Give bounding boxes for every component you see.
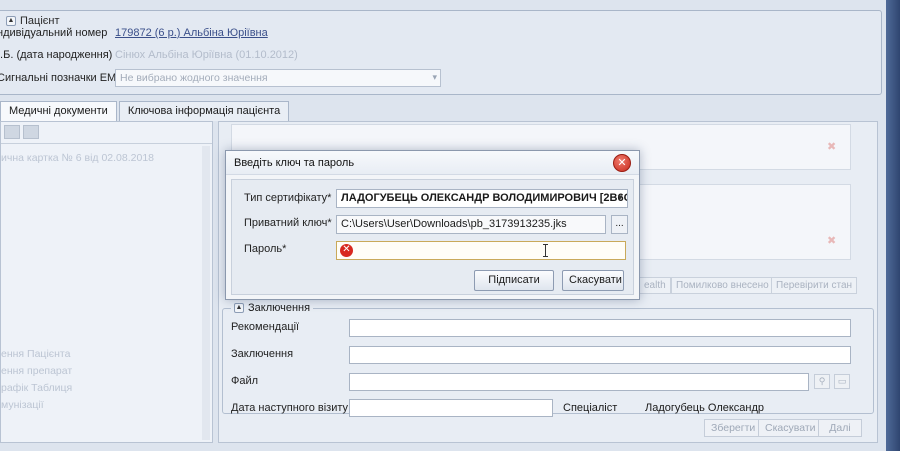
chevron-down-icon: ▾ <box>432 72 437 82</box>
conclusion-input[interactable] <box>349 346 851 364</box>
recommendations-label: Рекомендації <box>231 321 300 333</box>
conclusion-group: ▲ Заключення Рекомендації Заключення Фай… <box>222 302 874 417</box>
save-button[interactable]: Зберегти <box>704 419 763 437</box>
tab-medical-documents[interactable]: Медичні документи <box>0 101 117 121</box>
left-toolbar <box>1 122 212 144</box>
next-visit-label: Дата наступного візиту <box>231 402 348 414</box>
patient-name-value: Сінюх Альбіна Юріївна (01.10.2012) <box>115 49 298 61</box>
recommendations-input[interactable] <box>349 319 851 337</box>
cancel-button[interactable]: Скасувати <box>562 270 624 291</box>
dialog-body: Тип сертифікату* ЛАДОГУБЕЦЬ ОЛЕКСАНДР ВО… <box>231 179 634 295</box>
specialist-label: Спеціаліст <box>563 402 618 414</box>
private-key-value: C:\Users\User\Downloads\pb_3173913235.jk… <box>341 218 567 230</box>
chevron-down-icon: ▼ <box>616 193 624 202</box>
patient-id-label: ндивідуальний номер <box>0 27 108 39</box>
password-label: Пароль* <box>244 243 287 255</box>
next-visit-input[interactable] <box>349 399 553 417</box>
scan-icon[interactable]: ▭ <box>834 374 850 389</box>
health-button[interactable]: ealth <box>639 277 671 294</box>
signals-placeholder: Не вибрано жодного значення <box>120 72 268 84</box>
specialist-value: Ладогубець Олександр <box>645 402 765 414</box>
private-key-label: Приватний ключ* <box>244 217 332 229</box>
cert-type-value: ЛАДОГУБЕЦЬ ОЛЕКСАНДР ВОЛОДИМИРОВИЧ [2В6С… <box>341 192 628 204</box>
edit-icon[interactable] <box>23 125 39 139</box>
patient-id-link[interactable]: 179872 (6 р.) Альбіна Юріївна <box>115 27 268 39</box>
browse-button[interactable]: ... <box>611 215 628 234</box>
table-area[interactable] <box>639 184 851 260</box>
file-label: Файл <box>231 375 259 387</box>
tree-item[interactable]: ення Пацієнта <box>1 348 70 360</box>
tree-item[interactable]: рафік Таблиця <box>1 382 72 394</box>
private-key-input[interactable]: C:\Users\User\Downloads\pb_3173913235.jk… <box>336 215 606 234</box>
collapse-icon[interactable]: ▲ <box>6 16 16 26</box>
attach-icon[interactable]: ⚲ <box>814 374 830 389</box>
signals-label: Сигнальні позначки ЕМК <box>0 72 123 84</box>
tab-bar: Медичні документи Ключова інформація пац… <box>0 101 290 121</box>
dialog-title: Введіть ключ та пароль <box>234 156 355 169</box>
window-edge <box>886 0 900 451</box>
tree-item[interactable]: ення препарат <box>1 365 72 377</box>
check-status-button[interactable]: Перевірити стан <box>771 277 858 294</box>
delete-icon[interactable]: ✖ <box>827 234 836 247</box>
tree-item[interactable]: мунізації <box>1 399 44 411</box>
next-button[interactable]: Далі <box>818 419 862 437</box>
delete-icon[interactable]: ✖ <box>827 140 836 153</box>
left-scrollbar[interactable] <box>202 146 210 440</box>
cancel-form-button[interactable]: Скасувати <box>758 419 823 437</box>
conclusion-label: Заключення <box>231 348 294 360</box>
cert-type-label: Тип сертифікату* <box>244 192 332 204</box>
conclusion-legend: ▲ Заключення <box>231 302 314 314</box>
patient-name-label: І.Б. (дата народження) <box>0 49 113 61</box>
cert-type-select[interactable]: ЛАДОГУБЕЦЬ ОЛЕКСАНДР ВОЛОДИМИРОВИЧ [2В6С… <box>336 189 628 208</box>
text-cursor-icon <box>543 244 548 257</box>
signals-select[interactable]: Не вибрано жодного значення ▾ <box>115 69 441 87</box>
error-icon: ✕ <box>340 244 353 257</box>
password-input[interactable]: ✕ <box>336 241 626 260</box>
add-icon[interactable] <box>4 125 20 139</box>
conclusion-legend-label: Заключення <box>248 302 311 314</box>
medical-card-item[interactable]: ична картка № 6 від 02.08.2018 <box>1 152 154 164</box>
application-window: ▲ Пацієнт ндивідуальний номер 179872 (6 … <box>0 0 886 451</box>
sign-button[interactable]: Підписати <box>474 270 554 291</box>
collapse-icon[interactable]: ▲ <box>234 303 244 313</box>
file-input[interactable] <box>349 373 809 391</box>
tab-key-info[interactable]: Ключова інформація пацієнта <box>118 101 290 121</box>
dialog-title-bar: Введіть ключ та пароль ✕ <box>226 151 639 175</box>
close-icon[interactable]: ✕ <box>613 153 631 172</box>
mistaken-button[interactable]: Помилково внесено <box>671 277 774 294</box>
key-password-dialog: Введіть ключ та пароль ✕ Тип сертифікату… <box>225 150 640 300</box>
patient-legend-label: Пацієнт <box>20 15 60 27</box>
patient-group: ▲ Пацієнт ндивідуальний номер 179872 (6 … <box>0 10 882 95</box>
patient-legend: ▲ Пацієнт <box>3 15 63 27</box>
documents-tree-panel: ична картка № 6 від 02.08.2018 ення Паці… <box>0 121 213 443</box>
